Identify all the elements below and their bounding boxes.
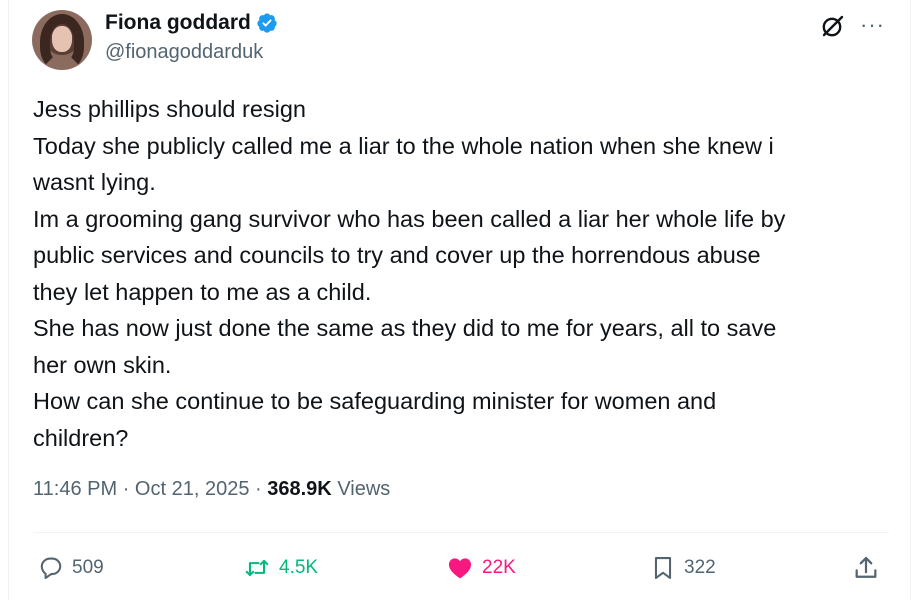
like-button[interactable]: 22K <box>446 552 516 584</box>
tweet-line: wasnt lying. <box>33 169 156 195</box>
grok-icon[interactable] <box>820 13 846 39</box>
meta-separator: · <box>122 478 130 500</box>
tweet-time[interactable]: 11:46 PM <box>33 478 117 500</box>
reply-button[interactable]: 509 <box>38 552 104 584</box>
heart-icon <box>448 558 472 579</box>
more-options-icon[interactable]: ··· <box>860 14 885 36</box>
bookmark-button[interactable]: 322 <box>650 552 716 584</box>
repost-count: 4.5K <box>279 557 319 578</box>
repost-icon <box>245 559 269 577</box>
tweet-line: public services and councils to try and … <box>33 242 761 268</box>
tweet-line: How can she continue to be safeguarding … <box>33 388 717 414</box>
author-display-name[interactable]: Fiona goddard <box>105 11 251 35</box>
views-label: Views <box>337 478 391 500</box>
repost-button[interactable]: 4.5K <box>243 552 318 584</box>
tweet-line: Jess phillips should resign <box>33 96 307 122</box>
avatar[interactable] <box>32 10 92 70</box>
divider <box>33 532 889 533</box>
bookmark-icon <box>654 557 672 579</box>
reply-icon <box>40 557 62 579</box>
views-count[interactable]: 368.9K <box>267 478 332 500</box>
tweet-date[interactable]: Oct 21, 2025 <box>135 478 250 500</box>
tweet-line: She has now just done the same as they d… <box>33 315 777 341</box>
like-count: 22K <box>482 557 516 578</box>
meta-separator: · <box>255 478 262 500</box>
left-border <box>8 0 9 600</box>
reply-count: 509 <box>72 557 104 578</box>
avatar-face <box>52 26 72 52</box>
right-border <box>910 0 911 600</box>
tweet-line: children? <box>33 424 129 451</box>
tweet-line: her own skin. <box>33 351 172 378</box>
author-handle[interactable]: @fionagoddarduk <box>105 41 263 64</box>
share-button[interactable] <box>852 552 880 584</box>
tweet-line: Today she publicly called me a liar to t… <box>33 132 774 159</box>
share-icon <box>855 556 877 578</box>
tweet-line: Im a grooming gang survivor who has been… <box>33 205 786 232</box>
verified-badge-icon <box>256 12 278 34</box>
bookmark-count: 322 <box>684 557 716 578</box>
author-name-row[interactable]: Fiona goddard <box>105 9 278 37</box>
tweet-text: Jess phillips should resign Today she pu… <box>33 91 893 456</box>
tweet-line: they let happen to me as a child. <box>33 278 372 305</box>
tweet-metadata: 11:46 PM · Oct 21, 2025 · 368.9K Views <box>33 478 390 501</box>
